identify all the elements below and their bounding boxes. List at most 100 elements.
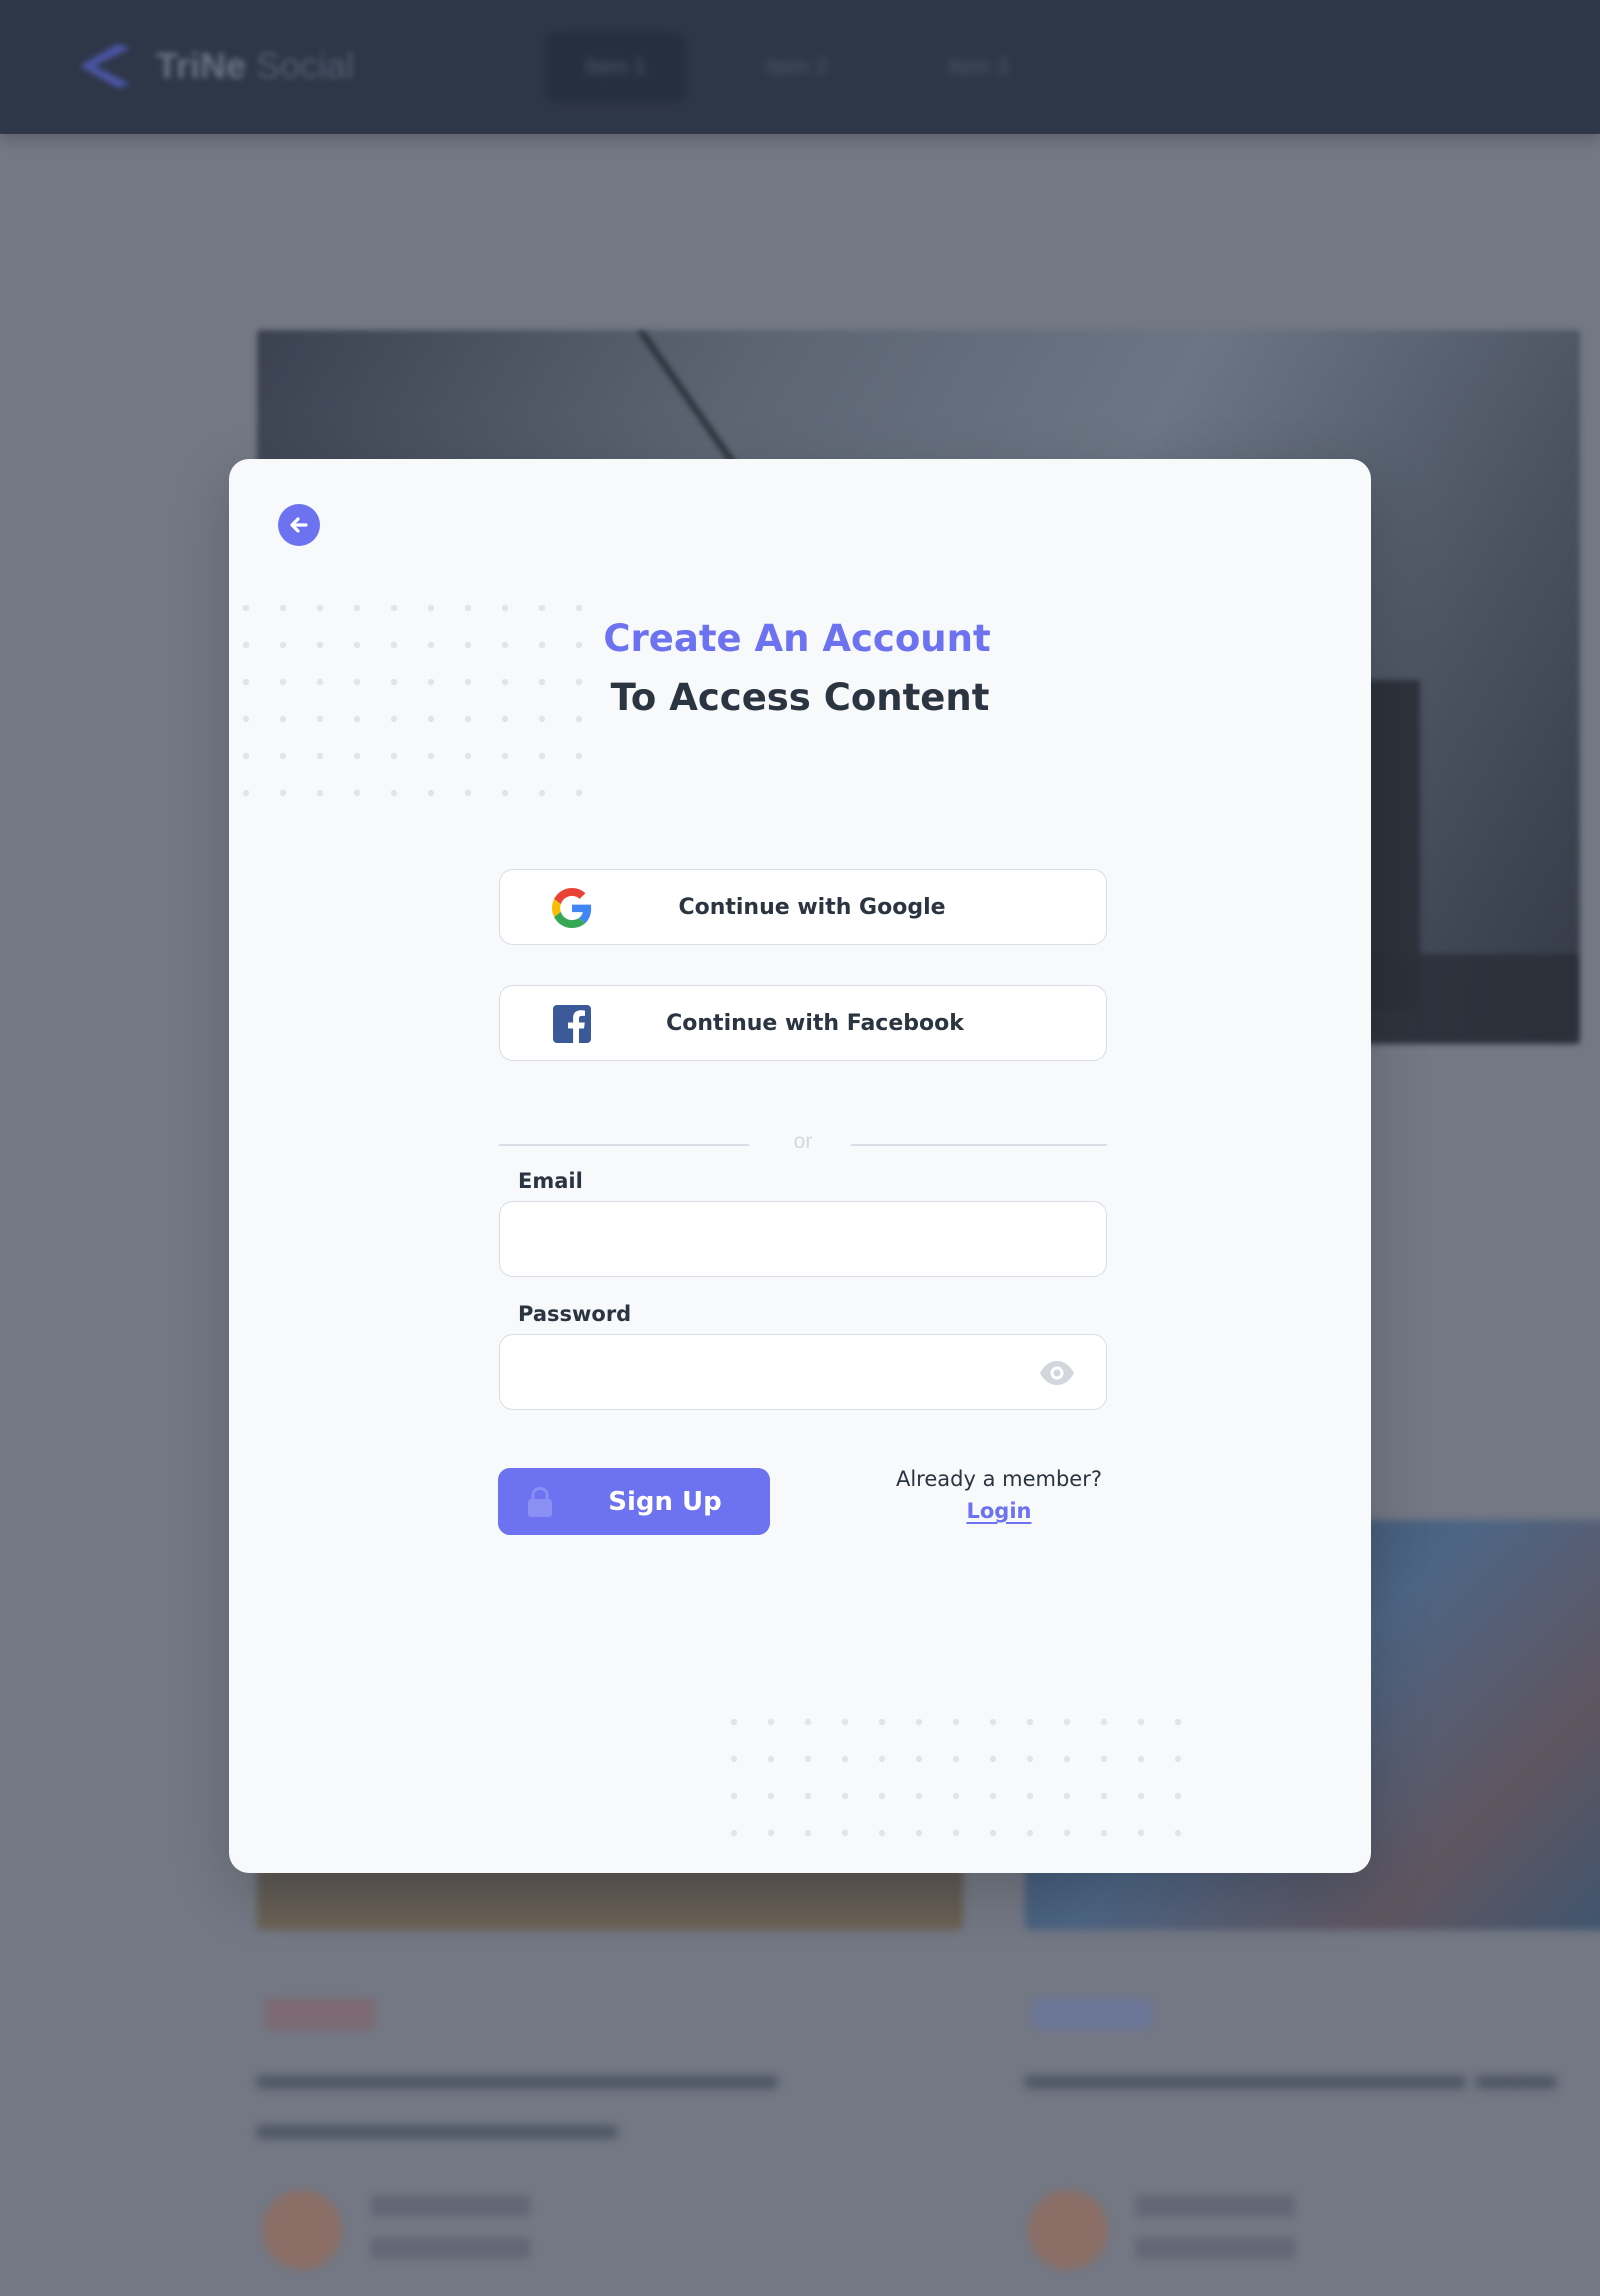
decorative-dot <box>279 752 287 760</box>
decorative-dot <box>915 1829 923 1837</box>
decorative-dot <box>952 1718 960 1726</box>
decorative-dot <box>279 789 287 797</box>
decorative-dot <box>1174 1829 1182 1837</box>
decorative-dot <box>427 789 435 797</box>
decorative-dot <box>878 1755 886 1763</box>
decorative-dot <box>878 1792 886 1800</box>
decorative-dot <box>1137 1755 1145 1763</box>
decorative-dot <box>464 604 472 612</box>
decorative-dot <box>804 1829 812 1837</box>
email-input[interactable] <box>500 1202 1106 1276</box>
decorative-dot <box>316 604 324 612</box>
decorative-dot <box>1063 1755 1071 1763</box>
decorative-dot <box>989 1792 997 1800</box>
decorative-dot <box>841 1718 849 1726</box>
decorative-dot <box>575 604 583 612</box>
email-label: Email <box>518 1169 583 1193</box>
sign-up-label: Sign Up <box>608 1486 722 1517</box>
decorative-dot <box>353 752 361 760</box>
password-input[interactable] <box>500 1335 1106 1409</box>
decorative-dot <box>804 1755 812 1763</box>
decorative-dot <box>915 1718 923 1726</box>
decorative-dot <box>952 1792 960 1800</box>
password-field-container <box>499 1334 1107 1410</box>
facebook-button-label: Continue with Facebook <box>666 1010 964 1036</box>
background-author <box>370 2195 530 2217</box>
background-card-title: ▬▬▬▬▬▬▬▬▬▬▬▬▬ ▬▬▬▬▬▬▬▬▬ <box>257 2053 777 2147</box>
or-divider-text: or <box>793 1130 813 1153</box>
decorative-dot <box>730 1829 738 1837</box>
decorative-dot <box>427 604 435 612</box>
back-arrow-icon <box>290 517 308 533</box>
decorative-dot <box>804 1792 812 1800</box>
continue-with-google-button[interactable]: Continue with Google <box>499 869 1107 945</box>
decorative-dot <box>767 1792 775 1800</box>
decorative-dot <box>538 752 546 760</box>
already-member-section: Already a member? Login <box>849 1467 1149 1523</box>
background-card-title: ▬▬▬▬▬▬▬▬▬▬▬ ▬▬ <box>1025 2053 1557 2097</box>
background-date <box>1135 2237 1295 2259</box>
decorative-dot <box>390 789 398 797</box>
decorative-dot <box>804 1718 812 1726</box>
decorative-dot <box>390 604 398 612</box>
decorative-dot <box>501 789 509 797</box>
decorative-dot <box>989 1718 997 1726</box>
decorative-dot <box>1174 1718 1182 1726</box>
decorative-dot <box>1100 1829 1108 1837</box>
decorative-dot <box>538 789 546 797</box>
decorative-dot <box>390 752 398 760</box>
decorative-dot <box>1026 1718 1034 1726</box>
decorative-dot <box>353 604 361 612</box>
background-logo: TriNe Social <box>74 38 354 94</box>
modal-title: Create An Account <box>603 617 991 660</box>
already-member-text: Already a member? <box>895 1467 1102 1491</box>
decorative-dot <box>767 1718 775 1726</box>
decorative-dot <box>575 789 583 797</box>
continue-with-facebook-button[interactable]: Continue with Facebook <box>499 985 1107 1061</box>
background-card-tag <box>1032 1998 1152 2030</box>
logo-icon <box>80 44 130 88</box>
background-avatar <box>262 2190 342 2270</box>
modal-subtitle: To Access Content <box>610 676 990 719</box>
back-button[interactable] <box>278 504 320 546</box>
background-navbar: TriNe Social Item 1 Item 2 Item 3 <box>0 0 1600 134</box>
decorative-dot-grid <box>729 1717 1209 1867</box>
decorative-dot <box>841 1755 849 1763</box>
decorative-dot <box>1026 1755 1034 1763</box>
decorative-dot <box>1137 1829 1145 1837</box>
decorative-dot <box>279 604 287 612</box>
decorative-dot <box>1026 1829 1034 1837</box>
decorative-dot <box>1100 1718 1108 1726</box>
decorative-dot <box>915 1792 923 1800</box>
background-nav-item: Item 1 <box>545 32 687 102</box>
decorative-dot <box>242 604 250 612</box>
decorative-dot <box>501 752 509 760</box>
decorative-dot <box>878 1718 886 1726</box>
decorative-dot <box>353 789 361 797</box>
background-nav-item: Item 3 <box>947 54 1009 79</box>
decorative-dot <box>1100 1755 1108 1763</box>
decorative-dot <box>989 1829 997 1837</box>
decorative-dot <box>1063 1829 1071 1837</box>
decorative-dot <box>464 752 472 760</box>
decorative-dot <box>1174 1755 1182 1763</box>
decorative-dot <box>841 1829 849 1837</box>
decorative-dot <box>1137 1792 1145 1800</box>
decorative-dot <box>538 604 546 612</box>
background-date <box>370 2237 530 2259</box>
sign-up-button[interactable]: Sign Up <box>498 1468 770 1535</box>
background-nav-item: Item 2 <box>766 54 828 79</box>
decorative-dot <box>575 752 583 760</box>
decorative-dot <box>316 752 324 760</box>
decorative-dot <box>464 789 472 797</box>
decorative-dot <box>1137 1718 1145 1726</box>
decorative-dot <box>952 1829 960 1837</box>
background-card-tag <box>265 1998 375 2030</box>
decorative-dot <box>989 1755 997 1763</box>
decorative-dot <box>501 604 509 612</box>
decorative-dot <box>730 1792 738 1800</box>
login-link[interactable]: Login <box>967 1499 1032 1523</box>
decorative-dot <box>730 1718 738 1726</box>
eye-icon[interactable] <box>1038 1359 1076 1387</box>
lock-icon <box>528 1486 552 1517</box>
